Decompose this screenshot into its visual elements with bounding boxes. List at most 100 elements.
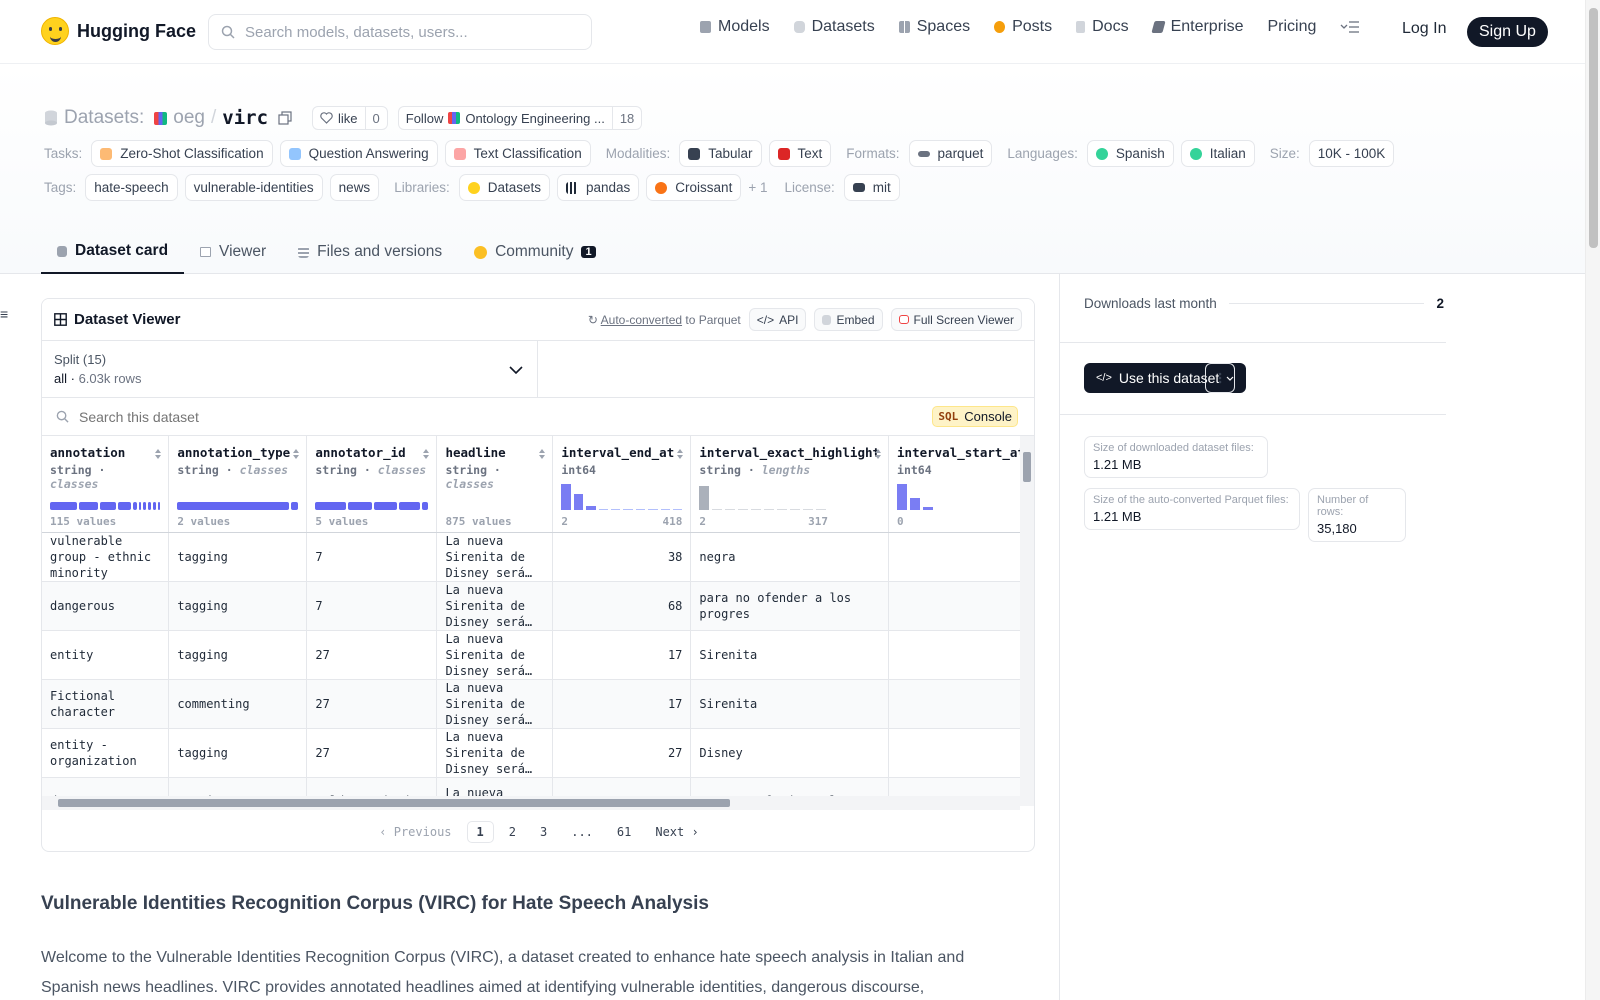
sort-icon[interactable] [538,448,546,460]
tab-community[interactable]: Community 1 [458,230,612,274]
column-header-headline[interactable]: headline string · classes 875 values [436,436,554,533]
tag-library-datasets[interactable]: Datasets [458,174,550,201]
nav-enterprise[interactable]: Enterprise [1150,18,1243,36]
horizontal-scrollbar-thumb[interactable] [58,799,730,807]
next-label: Next [655,824,685,839]
tag-library-croissant[interactable]: Croissant [646,174,742,201]
nav-docs[interactable]: Docs [1076,18,1129,36]
table-row[interactable]: dangerous tagging 7 La nueva Sirenita de… [42,581,1034,631]
tag-language-italian[interactable]: Italian [1180,140,1255,167]
like-button[interactable]: like 0 [312,106,388,130]
auto-converted-link[interactable]: Auto-converted [601,313,682,327]
global-search-input[interactable] [245,23,565,41]
page-last-button[interactable]: 61 [608,822,640,842]
license-label: License: [784,180,835,195]
column-header-interval-exact-highlight[interactable]: interval_exact_highlight string · length… [690,436,890,533]
table-row[interactable]: entity tagging 27 La nueva Sirenita de D… [42,630,1034,680]
follow-button[interactable]: Follow Ontology Engineering ... 18 [397,106,643,130]
tag-modality-tabular[interactable]: Tabular [679,140,762,167]
fullscreen-viewer-button[interactable]: Full Screen Viewer [890,308,1022,331]
repo-type-label[interactable]: Datasets: [64,107,144,129]
tab-viewer[interactable]: Viewer [184,230,282,274]
previous-page-button[interactable]: ‹ Previous [370,822,460,842]
vertical-scrollbar[interactable] [1020,436,1034,806]
tag-vulnerable-identities[interactable]: vulnerable-identities [184,174,323,201]
column-footer: 2 418 [561,515,682,528]
global-search[interactable] [208,14,592,50]
tag-task-zero-shot[interactable]: Zero-Shot Classification [91,140,273,167]
page-scrollbar-thumb[interactable] [1589,8,1598,248]
repo-owner[interactable]: oeg [173,107,205,129]
nav-models[interactable]: Models [700,18,770,36]
tag-license-mit[interactable]: mit [843,174,900,201]
table-row[interactable]: Fictional character commenting 27 La nue… [42,679,1034,729]
api-button[interactable]: </> API [748,308,807,331]
hugging-face-logo-icon [41,17,69,45]
nav-spaces[interactable]: Spaces [898,18,970,36]
tag-size[interactable]: 10K - 100K [1308,140,1395,167]
tag-language-spanish[interactable]: Spanish [1086,140,1174,167]
tab-label: Files and versions [317,243,443,260]
embed-button[interactable]: Embed [814,308,883,331]
dataset-search-input[interactable] [79,408,260,425]
tag-task-text-classification[interactable]: Text Classification [444,140,591,167]
page-3-button[interactable]: 3 [531,822,556,842]
table-row[interactable]: vulnerable group - ethnic minority taggi… [42,532,1034,582]
nav-datasets[interactable]: Datasets [793,18,875,36]
column-header-interval-start-at[interactable]: interval_start_at int64 0 [888,436,1034,533]
signup-button[interactable]: Sign Up [1467,17,1548,47]
nav-pricing[interactable]: Pricing [1267,18,1316,36]
column-header-annotation-type[interactable]: annotation_type string · classes 2 value… [168,436,308,533]
like-count: 0 [364,107,387,129]
sql-console-button[interactable]: SQL Console [932,406,1018,427]
table-row[interactable]: entity - organization tagging 27 La nuev… [42,728,1034,778]
column-header-interval-end-at[interactable]: interval_end_at int64 2 418 [552,436,692,533]
repo-name[interactable]: virc [222,107,268,129]
horizontal-scrollbar[interactable] [42,796,1020,810]
side-panel: Downloads last month 2 </> Use this data… [1059,274,1585,1000]
tag-news[interactable]: news [329,174,380,201]
hugging-face-icon [467,181,480,194]
libraries-more[interactable]: + 1 [748,180,767,195]
more-options-button[interactable] [1205,363,1235,393]
page-1-button[interactable]: 1 [466,820,494,843]
dataset-search[interactable]: SQL Console [42,398,1034,436]
column-type: string · classes [177,463,289,477]
column-footer: 2 values [177,515,298,528]
column-header-annotator-id[interactable]: annotator_id string · classes 5 values [306,436,438,533]
next-page-button[interactable]: Next › [646,822,707,842]
tag-hate-speech[interactable]: hate-speech [85,174,178,201]
login-button[interactable]: Log In [1402,20,1446,38]
split-selector[interactable]: Split (15) all · 6.03k rows [42,341,538,397]
breadcrumb-separator: / [210,107,217,128]
tab-files[interactable]: Files and versions [282,230,458,274]
sort-icon[interactable] [154,448,162,460]
column-header-annotation[interactable]: annotation string · classes 115 values [42,436,170,533]
chevron-down-icon [509,366,523,374]
tag-label: Datasets [487,180,541,195]
vertical-scrollbar-thumb[interactable] [1023,452,1031,482]
page-scrollbar[interactable] [1585,0,1600,1000]
tag-format-parquet[interactable]: parquet [908,140,993,167]
brand-logo[interactable]: Hugging Face [41,17,196,45]
page-2-button[interactable]: 2 [500,822,525,842]
sidebar-toggle-icon[interactable]: ≡ [0,306,8,322]
nav-links: Models Datasets Spaces Posts Docs Enterp… [700,18,1360,36]
cell: 68 [552,581,692,631]
sort-icon[interactable] [292,448,300,460]
tag-task-qa[interactable]: Question Answering [279,140,438,167]
auto-converted-note: ↻ Auto-converted to Parquet [588,313,741,327]
nav-posts[interactable]: Posts [994,18,1052,36]
like-label: like [338,110,358,126]
sort-icon[interactable] [422,448,430,460]
sort-icon[interactable] [874,448,882,460]
menu-icon [1340,21,1360,33]
tag-modality-text[interactable]: Text [768,140,832,167]
copy-icon[interactable] [278,111,292,125]
cell: tagging [168,581,308,631]
code-icon: </> [756,312,775,327]
tab-dataset-card[interactable]: Dataset card [41,230,185,274]
sort-icon[interactable] [676,448,684,460]
tag-library-pandas[interactable]: pandas [557,174,640,201]
nav-more[interactable] [1340,20,1360,34]
